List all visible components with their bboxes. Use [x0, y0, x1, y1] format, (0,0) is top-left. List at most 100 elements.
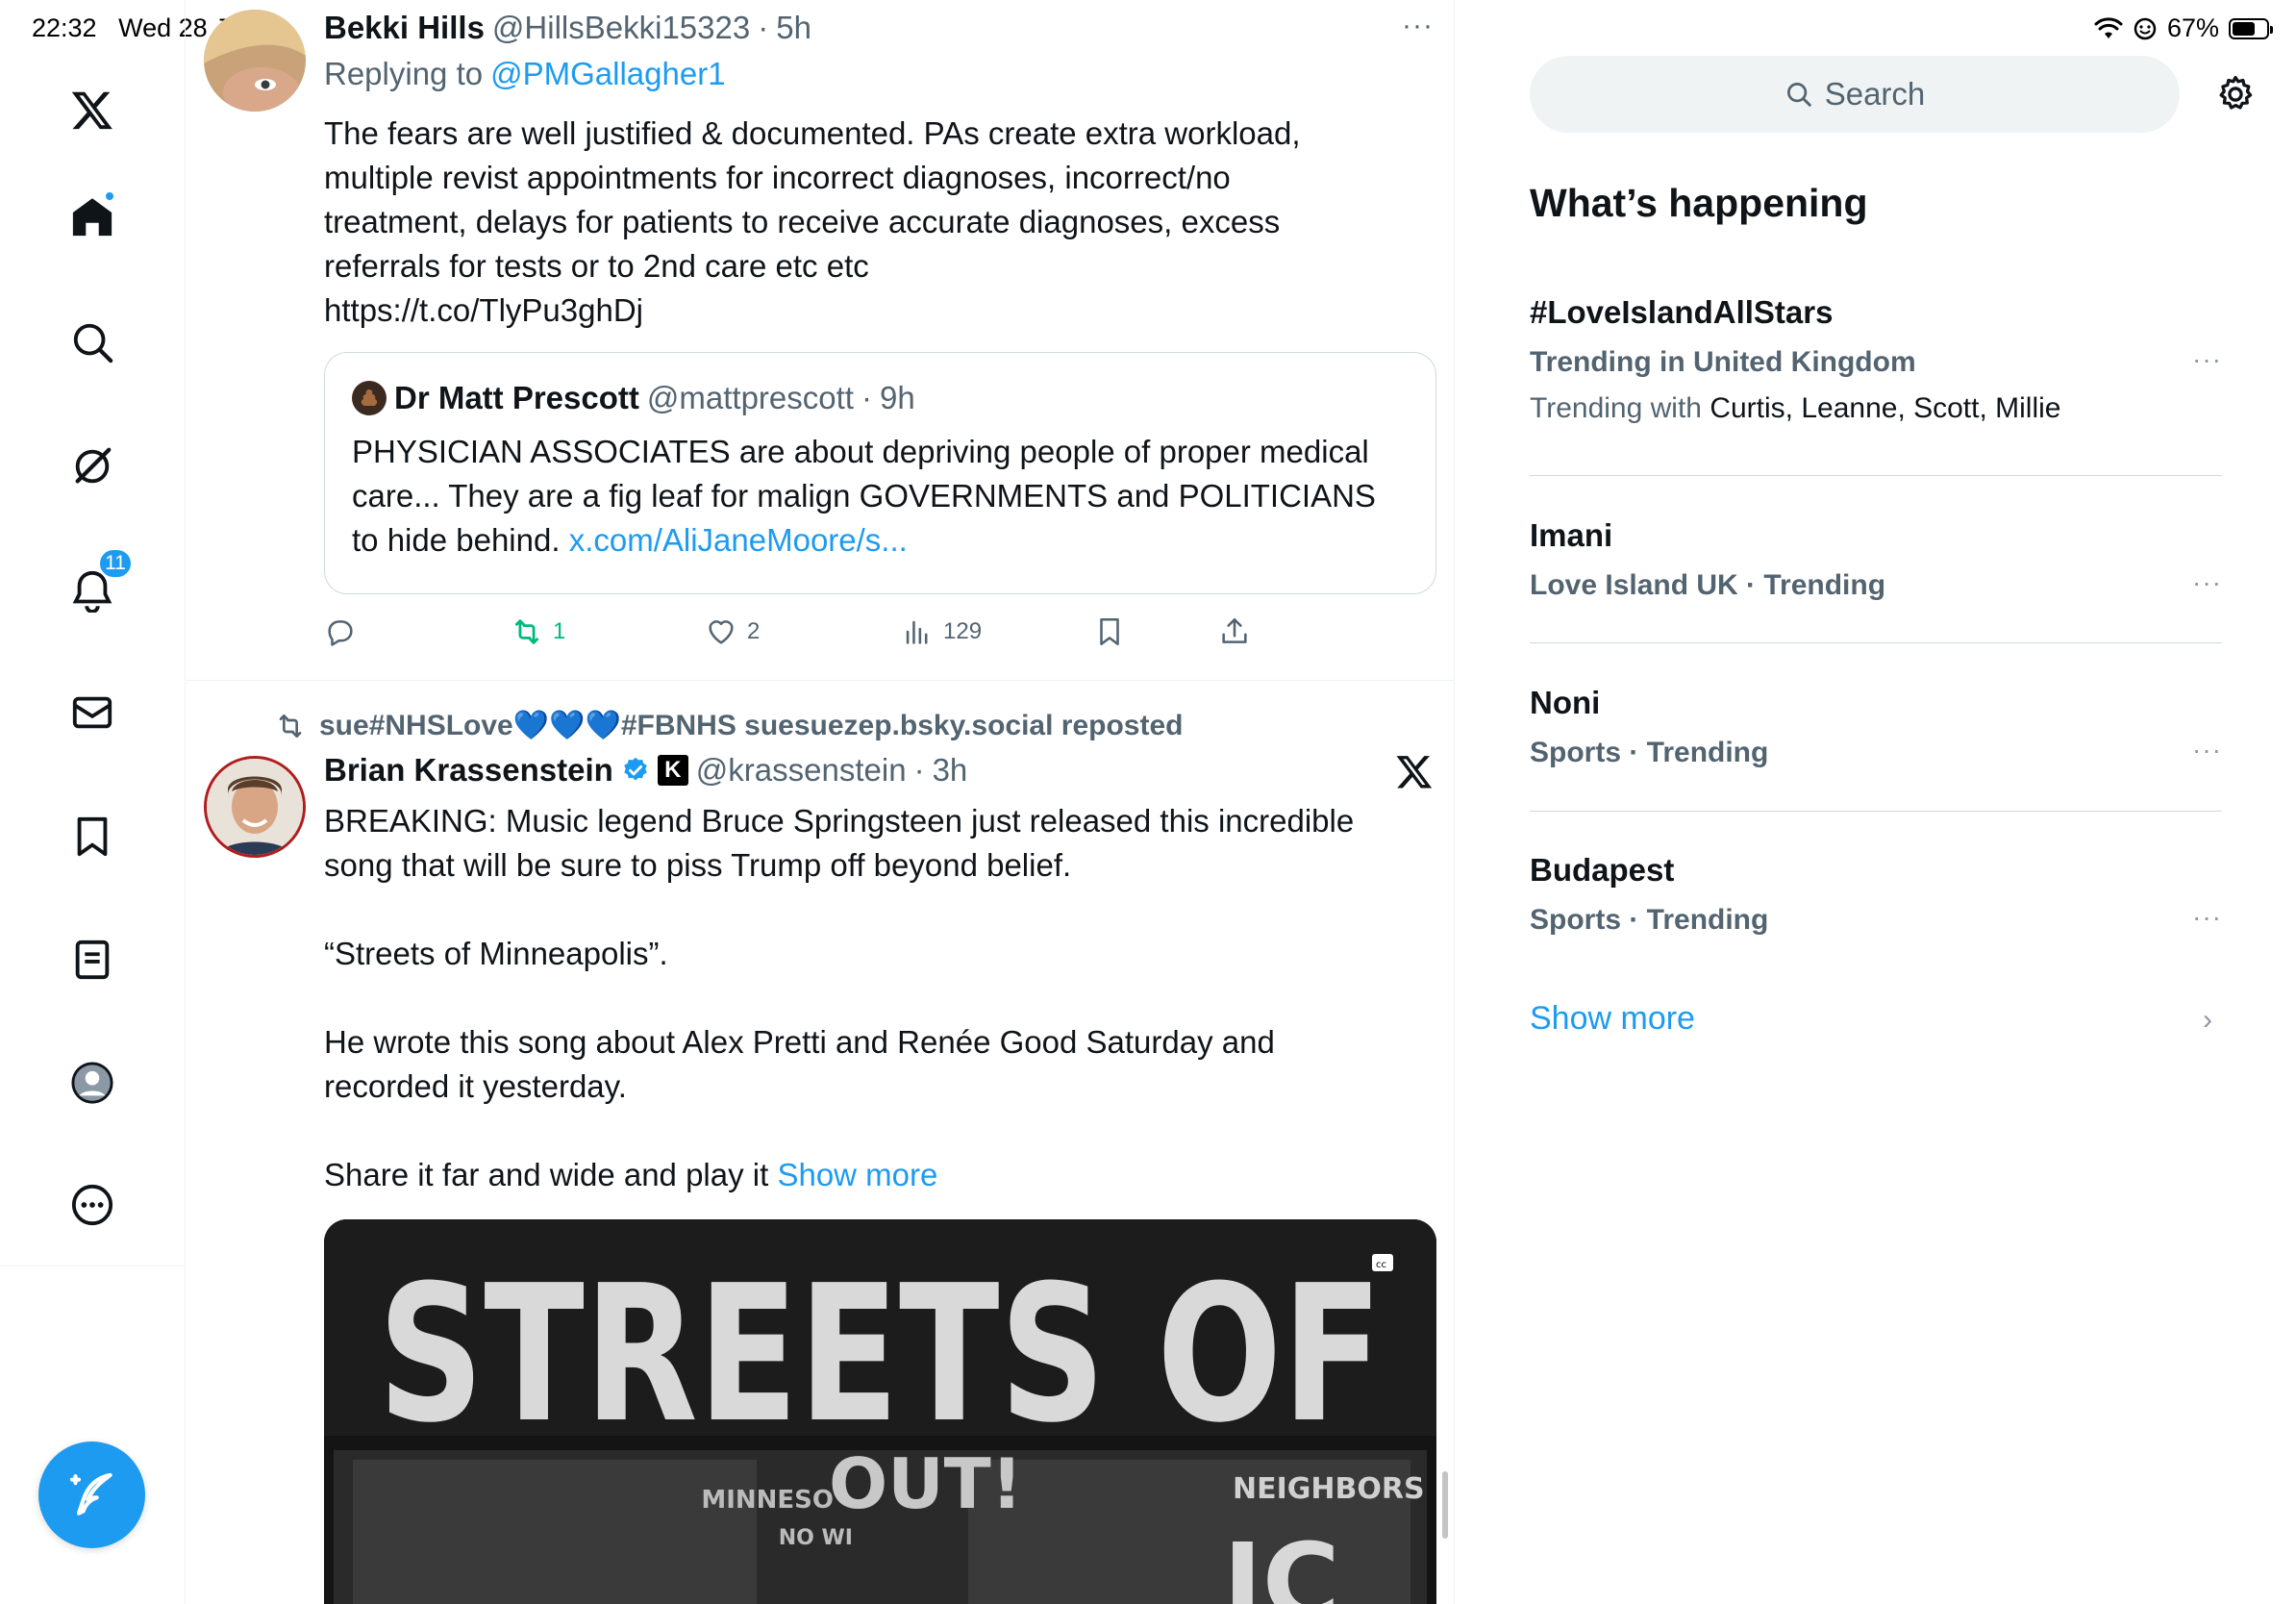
sidebar-nav: 11 — [0, 0, 186, 1604]
trend-meta: Sports · Trending — [1530, 737, 1769, 768]
tweet-link[interactable]: https://t.co/TlyPu3ghDj — [324, 288, 1420, 333]
avatar[interactable] — [204, 10, 306, 112]
x-logo-icon[interactable] — [1395, 752, 1434, 790]
video-headline: STREETS OF — [378, 1245, 1383, 1465]
tweet-header: Brian Krassenstein K @krassenstein · 3h — [324, 752, 967, 789]
trend-meta: Love Island UK · Trending — [1530, 569, 1886, 601]
show-more-link[interactable]: Show more — [777, 1157, 937, 1192]
handle[interactable]: @HillsBekki15323 — [492, 10, 750, 46]
quote-text: PHYSICIAN ASSOCIATES are about depriving… — [352, 430, 1419, 563]
section-title: What’s happening — [1530, 181, 1868, 225]
timestamp[interactable]: 3h — [933, 752, 968, 789]
quote-text-line: PHYSICIAN ASSOCIATES are about depriving… — [352, 434, 1369, 469]
trend-meta: Trending in United Kingdom — [1530, 346, 1916, 378]
home-icon[interactable] — [63, 188, 121, 246]
display-name[interactable]: Brian Krassenstein — [324, 752, 613, 789]
trend-name: Imani — [1530, 517, 1613, 553]
video-thumbnail: STREETS OF cc OUT! MINNESO NO WI NEIGHBO… — [324, 1219, 1436, 1604]
settings-gear-icon[interactable] — [2214, 73, 2257, 115]
tweet-text-line: Share it far and wide and play it Show m… — [324, 1153, 1420, 1197]
tweet-text-line: BREAKING: Music legend Bruce Springsteen… — [324, 803, 1355, 839]
replying-to-link[interactable]: @PMGallagher1 — [490, 56, 725, 92]
quote-header: Dr Matt Prescott @mattprescott · 9h — [352, 380, 915, 416]
views-button[interactable]: 129 — [901, 615, 982, 648]
scroll-indicator[interactable] — [1442, 1471, 1448, 1539]
heart-icon — [709, 620, 734, 644]
trend-with-names: Curtis, Leanne, Scott, Millie — [1710, 392, 2061, 424]
replying-prefix: Replying to — [324, 56, 484, 91]
search-icon — [1786, 83, 1811, 107]
tweet-text-line: referrals for tests or to 2nd care etc e… — [324, 248, 869, 284]
tweet-text-line: treatment, delays for patients to receiv… — [324, 204, 1281, 239]
trend-more-button[interactable]: ··· — [2192, 902, 2222, 933]
lists-icon[interactable] — [63, 931, 121, 989]
share-button[interactable] — [1218, 615, 1251, 648]
like-button[interactable]: 2 — [705, 615, 760, 648]
reply-button[interactable] — [324, 615, 357, 648]
tweet-text-line: “Streets of Minneapolis”. — [324, 936, 668, 971]
tweet-text: The fears are well justified & documente… — [324, 112, 1420, 333]
quote-avatar — [352, 381, 387, 415]
timestamp[interactable]: 5h — [776, 10, 811, 46]
show-more-trends-link[interactable]: Show more — [1530, 1000, 1695, 1038]
tweet-text-line: multiple revist appointments for incorre… — [324, 160, 1231, 195]
quote-tweet[interactable]: Dr Matt Prescott @mattprescott · 9h PHYS… — [324, 352, 1436, 594]
timeline[interactable]: Bekki Hills @HillsBekki15323 · 5h ··· Re… — [186, 0, 1455, 1604]
quote-handle: @mattprescott — [646, 380, 854, 415]
trend-more-button[interactable]: ··· — [2192, 735, 2222, 765]
grok-icon[interactable] — [63, 438, 121, 495]
quote-display-name: Dr Matt Prescott — [394, 380, 639, 415]
messages-icon[interactable] — [63, 684, 121, 741]
repost-button[interactable]: 1 — [511, 615, 565, 648]
sign-text: NO WI — [779, 1526, 853, 1550]
tweet-video[interactable]: STREETS OF cc OUT! MINNESO NO WI NEIGHBO… — [324, 1219, 1436, 1604]
trend-more-button[interactable]: ··· — [2192, 567, 2222, 598]
bookmark-icon — [1100, 617, 1119, 646]
notifications-icon[interactable]: 11 — [63, 548, 133, 619]
separator-dot: · — [913, 752, 925, 788]
trend-divider — [1530, 642, 2222, 643]
trend-with-prefix: Trending with — [1530, 392, 1702, 424]
repost-context[interactable]: sue#NHSLove💙💙💙#FBNHS suesuezep.bsky.soci… — [275, 709, 1183, 742]
bookmark-button[interactable] — [1093, 615, 1126, 648]
display-name[interactable]: Bekki Hills — [324, 10, 485, 46]
affiliate-badge: K — [657, 755, 688, 786]
reposter-name: sue#NHSLove — [319, 710, 513, 741]
trend-item[interactable]: #LoveIslandAllStars Trending in United K… — [1530, 294, 2222, 425]
reposter-hearts: 💙💙💙 — [512, 710, 621, 741]
sign-text: OUT! — [829, 1443, 1023, 1524]
view-count: 129 — [943, 618, 983, 644]
tweet-divider — [186, 680, 1454, 681]
compose-button[interactable] — [38, 1441, 145, 1548]
tweet-header: Bekki Hills @HillsBekki15323 · 5h — [324, 10, 811, 46]
trend-divider — [1530, 475, 2222, 476]
handle[interactable]: @krassenstein — [696, 752, 907, 789]
trend-divider — [1530, 811, 2222, 812]
profile-icon[interactable] — [63, 1054, 121, 1112]
bookmarks-icon[interactable] — [63, 808, 121, 865]
tweet-actions: 1 2 129 — [324, 615, 1382, 654]
avatar[interactable] — [204, 756, 306, 858]
quote-last-line: to hide behind. — [352, 522, 561, 558]
notifications-badge: 11 — [98, 548, 133, 579]
trend-item[interactable]: Imani Love Island UK · Trending ··· — [1530, 517, 2222, 602]
home-unread-dot — [104, 190, 115, 202]
sign-text: IC — [1223, 1520, 1340, 1604]
tweet-more-button[interactable]: ··· — [1402, 10, 1434, 42]
trend-more-button[interactable]: ··· — [2192, 344, 2222, 375]
views-icon — [906, 620, 928, 644]
repost-count: 1 — [553, 618, 566, 644]
quote-link[interactable]: x.com/AliJaneMoore/s... — [569, 522, 908, 558]
cc-label: cc — [1376, 1260, 1386, 1270]
x-logo-icon[interactable] — [63, 81, 121, 138]
search-placeholder: Search — [1824, 76, 1926, 112]
search-input[interactable]: Search — [1530, 56, 2180, 133]
explore-icon[interactable] — [63, 313, 121, 371]
tweet-text: BREAKING: Music legend Bruce Springsteen… — [324, 799, 1420, 1197]
trend-item[interactable]: Budapest Sports · Trending ··· — [1530, 852, 2222, 937]
tweet-text-line: song that will be sure to piss Trump off… — [324, 847, 1072, 883]
trend-meta: Sports · Trending — [1530, 904, 1769, 936]
repost-icon — [514, 619, 539, 644]
trend-item[interactable]: Noni Sports · Trending ··· — [1530, 685, 2222, 769]
more-icon[interactable] — [63, 1176, 121, 1234]
